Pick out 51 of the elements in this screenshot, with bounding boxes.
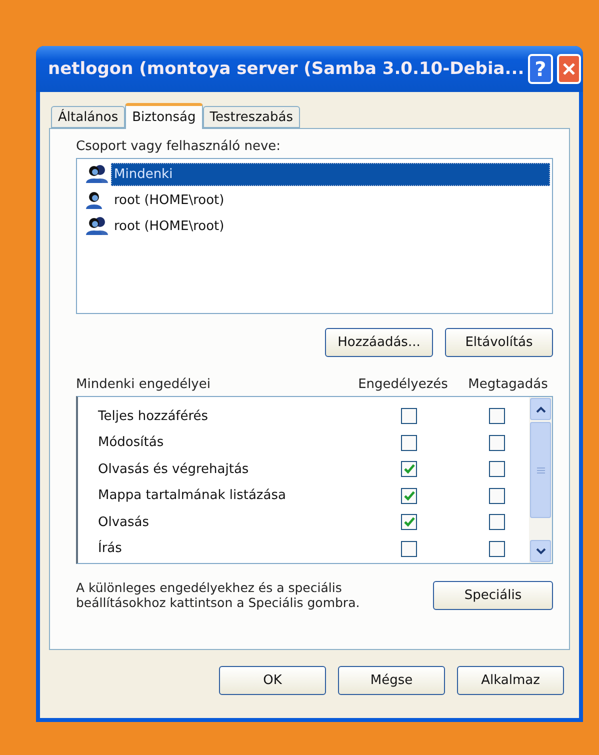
remove-button[interactable]: Eltávolítás [445,328,553,357]
help-text: A különleges engedélyekhez és a speciális beállításokhoz kattintson a Speciális gombra. [76,580,361,610]
permission-name: Írás [98,541,123,556]
permission-name: Mappa tartalmának listázása [98,488,287,504]
deny-checkbox[interactable] [489,514,505,530]
scroll-down-button[interactable] [530,540,551,562]
advanced-button[interactable]: Speciális [433,580,553,610]
add-button[interactable]: Hozzáadás... [325,328,433,357]
users-icon [85,216,109,236]
permission-name: Módosítás [98,435,165,450]
check-icon [404,490,414,501]
allow-checkbox[interactable] [401,434,417,451]
list-item[interactable]: root (HOME\root) [111,214,228,238]
close-button[interactable] [556,54,581,84]
list-item[interactable]: Mindenki [111,162,550,186]
deny-checkbox[interactable] [489,488,505,504]
deny-checkbox[interactable] [489,461,505,478]
allow-checkbox[interactable] [401,408,417,424]
allow-checkbox[interactable] [401,540,417,557]
chevron-down-icon [536,548,546,554]
deny-checkbox[interactable] [489,408,505,424]
column-header: Mindenki engedélyei [76,377,212,392]
scroll-up-button[interactable] [530,398,551,420]
permission-name: Teljes hozzáférés [98,408,210,424]
close-icon [562,62,576,76]
column-header: Megtagadás [467,377,549,392]
ok-button[interactable]: OK [219,666,326,695]
cancel-button[interactable]: Mégse [338,666,445,695]
tab[interactable]: Általános [51,106,126,128]
users-icon [85,164,109,184]
deny-checkbox[interactable] [489,540,505,557]
chevron-up-icon [536,406,546,412]
allow-checkbox[interactable] [401,461,417,478]
scroll-thumb[interactable] [530,422,551,518]
allow-checkbox[interactable] [401,488,417,504]
list-item[interactable]: root (HOME\root) [111,188,228,212]
permission-name: Olvasás [98,514,150,530]
list-label: Csoport vagy felhasználó neve: [76,139,282,154]
grip-icon [536,466,544,474]
allow-checkbox[interactable] [401,514,417,530]
apply-button[interactable]: Alkalmaz [457,666,564,695]
permission-name: Olvasás és végrehajtás [98,462,250,477]
tab[interactable]: Biztonság [125,103,203,129]
window-title: netlogon (montoya server (Samba 3.0.10-Debia... [47,59,524,79]
help-button[interactable]: ? [528,54,553,84]
column-header: Engedélyezés [357,377,449,392]
check-icon [404,517,414,528]
deny-checkbox[interactable] [489,434,505,451]
check-icon [404,464,414,474]
scrollbar[interactable] [529,397,552,563]
tab[interactable]: Testreszabás [202,106,300,128]
